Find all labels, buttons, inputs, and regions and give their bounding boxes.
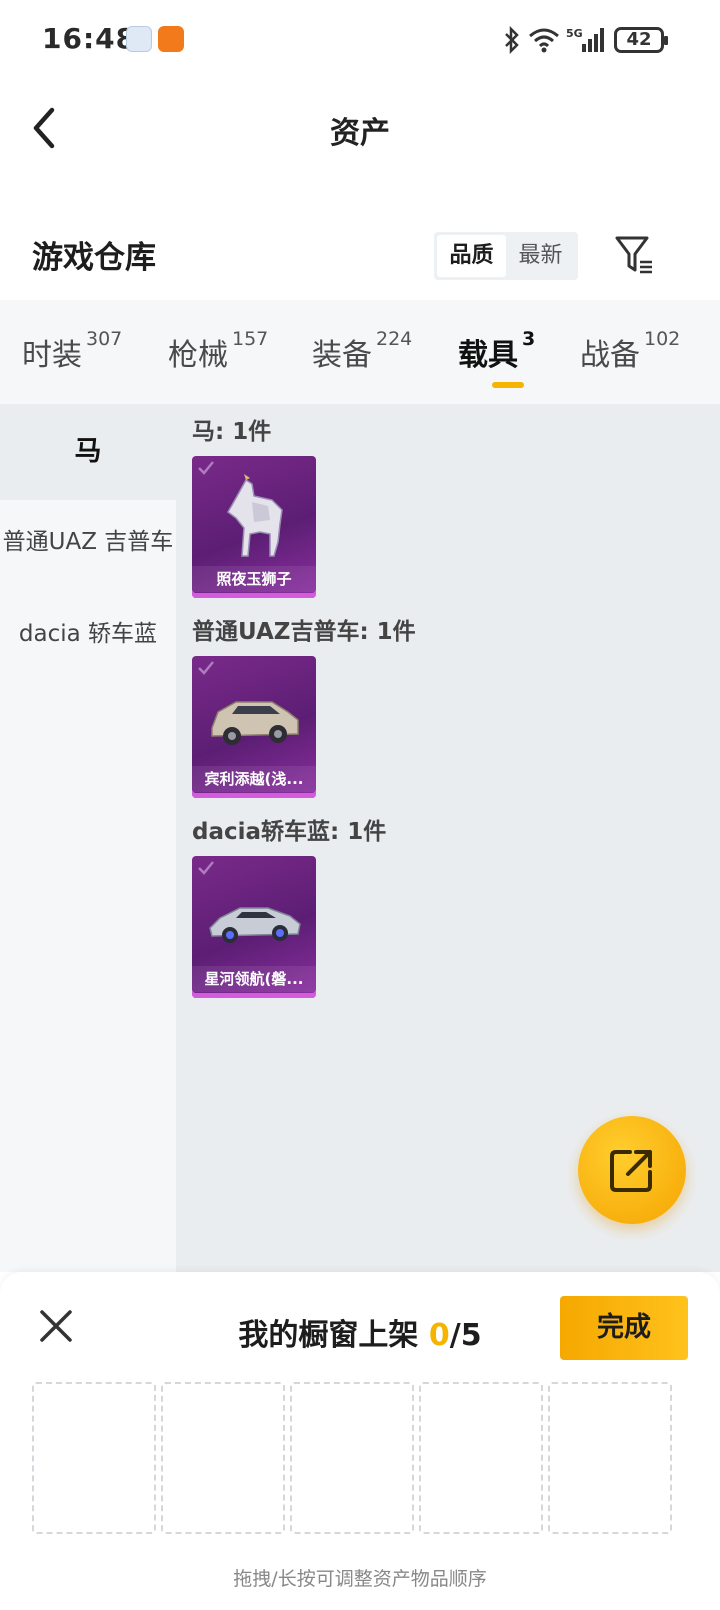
notification-app-icon <box>158 26 184 52</box>
group-title: dacia轿车蓝: 1件 <box>192 819 387 845</box>
cellular-signal-icon: 5G <box>566 27 604 52</box>
category-tabs: 时装 307 枪械 157 装备 224 载具 3 战备 102 <box>0 300 720 404</box>
status-time: 16:48 <box>42 22 137 55</box>
sports-car-icon <box>209 907 301 943</box>
warehouse-title: 游戏仓库 <box>32 240 156 276</box>
tab-firearms[interactable]: 枪械 157 <box>168 328 269 374</box>
sort-option-quality[interactable]: 品质 <box>437 235 506 277</box>
sort-toggle: 品质 最新 <box>434 232 578 280</box>
tab-label: 战备 <box>580 338 640 373</box>
sidebar-item-dacia-sedan[interactable]: dacia 轿车蓝 <box>0 614 176 648</box>
tab-fashion[interactable]: 时装 307 <box>22 328 123 374</box>
showcase-slot[interactable] <box>161 1382 285 1534</box>
tab-count: 224 <box>376 328 413 350</box>
sidebar-item-horse[interactable]: 马 <box>0 404 176 500</box>
showcase-count-current: 0 <box>428 1318 450 1353</box>
sidebar-item-uaz-jeep[interactable]: 普通UAZ 吉普车 <box>0 522 176 556</box>
suv-car-icon <box>211 701 299 745</box>
showcase-slot[interactable] <box>32 1382 156 1534</box>
showcase-slot[interactable] <box>290 1382 414 1534</box>
filter-icon[interactable] <box>614 234 656 276</box>
tab-count: 102 <box>644 328 681 350</box>
status-bar: 16:48 5G 42 <box>0 0 720 84</box>
tab-supplies[interactable]: 战备 102 <box>580 328 681 374</box>
notification-app-icon <box>126 26 152 52</box>
asset-card[interactable]: 宾利添越(浅... <box>192 656 316 798</box>
active-tab-indicator <box>492 382 524 388</box>
asset-name: 宾利添越(浅... <box>192 766 316 792</box>
bluetooth-icon <box>505 26 519 54</box>
tab-label: 枪械 <box>168 338 228 373</box>
showcase-sheet: 我的橱窗上架 0/5 完成 拖拽/长按可调整资产物品顺序 <box>0 1272 720 1610</box>
share-fab-button[interactable] <box>578 1116 686 1224</box>
sort-option-newest[interactable]: 最新 <box>506 235 575 277</box>
asset-name: 星河领航(磐... <box>192 966 316 992</box>
svg-text:5G: 5G <box>566 27 583 40</box>
asset-name: 照夜玉狮子 <box>192 566 316 592</box>
wifi-icon <box>529 28 559 53</box>
battery-icon: 42 <box>614 27 668 53</box>
group-title: 马: 1件 <box>192 419 272 445</box>
tab-count: 307 <box>86 328 123 350</box>
tab-label: 装备 <box>312 338 372 373</box>
showcase-title-text: 我的橱窗上架 <box>238 1318 429 1353</box>
asset-card[interactable]: 照夜玉狮子 <box>192 456 316 598</box>
page-title: 资产 <box>330 116 390 151</box>
asset-card[interactable]: 星河领航(磐... <box>192 856 316 998</box>
group-title: 普通UAZ吉普车: 1件 <box>192 619 416 645</box>
done-button[interactable]: 完成 <box>560 1296 688 1360</box>
status-icons: 5G 42 <box>502 24 668 56</box>
nav-header: 资产 <box>0 84 720 174</box>
showcase-slot[interactable] <box>419 1382 543 1534</box>
tab-label: 时装 <box>22 338 82 373</box>
tab-equipment[interactable]: 装备 224 <box>312 328 413 374</box>
sidebar: 马 普通UAZ 吉普车 dacia 轿车蓝 <box>0 404 176 1272</box>
tab-count: 3 <box>522 328 536 350</box>
showcase-hint: 拖拽/长按可调整资产物品顺序 <box>233 1568 487 1590</box>
tab-vehicles[interactable]: 载具 3 <box>458 328 536 374</box>
share-icon <box>610 1150 652 1192</box>
showcase-count-total: /5 <box>449 1318 482 1353</box>
showcase-slot[interactable] <box>548 1382 672 1534</box>
tab-label: 载具 <box>458 338 518 373</box>
warehouse-header: 游戏仓库 品质 最新 <box>0 200 720 300</box>
horse-icon <box>227 474 283 557</box>
tab-count: 157 <box>232 328 269 350</box>
